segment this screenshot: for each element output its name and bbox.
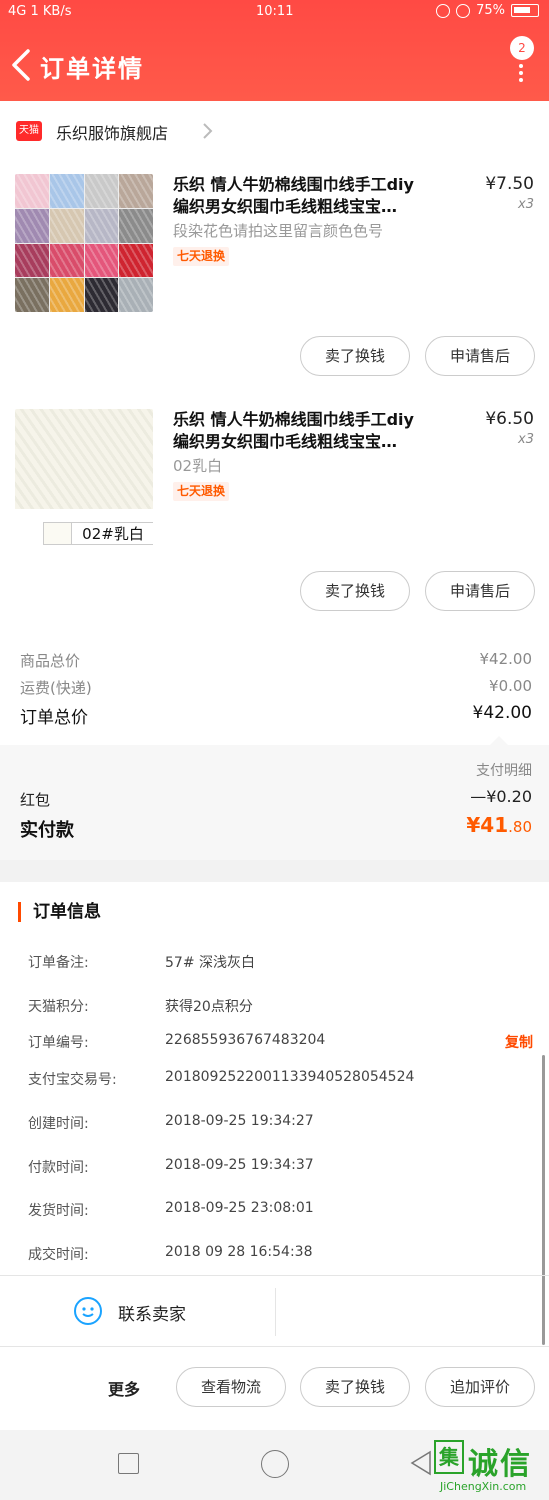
watermark-logo: 集 诚信 JiChengXin.com: [430, 1436, 548, 1496]
paid-amount: ¥41.80: [466, 813, 532, 837]
order-total-row: 订单总价 ¥42.00: [20, 703, 532, 728]
product-name-line1: 乐织 情人牛奶棉线围巾线手工diy: [173, 175, 414, 194]
yarn-swatch: [49, 174, 84, 208]
yarn-photo: [15, 409, 153, 509]
more-vertical-icon: [519, 64, 524, 85]
chevron-left-icon: [12, 49, 30, 81]
order-info-title: 订单信息: [18, 902, 101, 922]
tmall-badge: 天猫: [16, 121, 42, 141]
yarn-swatch: [119, 174, 153, 208]
battery-icon: [511, 4, 539, 17]
sell-for-cash-button[interactable]: 卖了换钱: [300, 336, 410, 376]
yarn-swatch: [15, 278, 49, 312]
return-policy-tag: 七天退换: [173, 247, 230, 266]
payment-detail-panel: 支付明细 红包 —¥0.20 实付款 ¥41.80: [0, 736, 549, 860]
battery-percent: 75%: [476, 3, 505, 18]
contact-seller-label: 联系卖家: [118, 1305, 186, 1325]
network-status: 4G 1 KB/s: [8, 4, 72, 19]
shipping-row: 运费(快递) ¥0.00: [20, 677, 532, 697]
recent-apps-button[interactable]: [118, 1453, 139, 1474]
store-name: 乐织服饰旗舰店: [56, 124, 169, 143]
goods-total-row: 商品总价 ¥42.00: [20, 650, 532, 670]
yarn-swatch: [84, 208, 119, 243]
product-name-line2: 编织男女织围巾毛线粗线宝宝…: [173, 197, 398, 216]
return-policy-tag: 七天退换: [173, 482, 230, 501]
yarn-swatch: [119, 208, 153, 243]
product-name-line1: 乐织 情人牛奶棉线围巾线手工diy: [173, 410, 414, 429]
red-packet-value: —¥0.20: [470, 787, 532, 806]
product-price: ¥6.50: [485, 409, 534, 429]
yarn-swatch: [49, 208, 84, 243]
add-review-button[interactable]: 追加评价: [425, 1367, 535, 1407]
back-button[interactable]: [8, 48, 38, 82]
product-image[interactable]: [15, 174, 153, 312]
after-sale-button[interactable]: 申请售后: [425, 336, 535, 376]
yarn-swatch: [15, 174, 49, 208]
message-badge: 2: [510, 36, 534, 60]
status-bar: 4G 1 KB/s 10:11 75%: [0, 0, 549, 26]
view-logistics-button[interactable]: 查看物流: [176, 1367, 286, 1407]
product-sku: 段染花色请拍这里留言颜色色号: [173, 222, 384, 240]
contact-bar: 联系卖家: [0, 1275, 549, 1347]
yarn-swatch: [49, 243, 84, 278]
after-sale-button[interactable]: 申请售后: [425, 571, 535, 611]
chevron-right-icon: [203, 123, 213, 139]
divider: [275, 1288, 276, 1336]
copy-button[interactable]: 复制: [505, 1032, 533, 1052]
paid-label: 实付款: [20, 820, 74, 841]
yarn-swatch: [49, 278, 84, 312]
more-menu-button[interactable]: 2: [500, 32, 540, 82]
alarm-icon: [456, 3, 471, 18]
yarn-swatch: [84, 174, 119, 208]
contact-seller-button[interactable]: 联系卖家: [0, 1276, 275, 1348]
more-button[interactable]: 更多: [108, 1376, 140, 1400]
yarn-swatch: [84, 243, 119, 278]
product-sku: 02乳白: [173, 457, 223, 475]
home-button[interactable]: [261, 1450, 289, 1478]
product-quantity: x3: [518, 432, 534, 447]
sell-for-cash-button[interactable]: 卖了换钱: [300, 571, 410, 611]
yarn-swatch: [15, 208, 49, 243]
product-name-line2: 编织男女织围巾毛线粗线宝宝…: [173, 432, 398, 451]
yarn-swatch: [15, 243, 49, 278]
product-price: ¥7.50: [485, 174, 534, 194]
yarn-swatch: [119, 243, 153, 278]
product-quantity: x3: [518, 197, 534, 212]
product-image[interactable]: 02#乳白: [15, 409, 153, 549]
order-item[interactable]: 02#乳白 乐织 情人牛奶棉线围巾线手工diy 编织男女织围巾毛线粗线宝宝… ¥…: [0, 396, 549, 631]
status-icons: 75%: [436, 3, 539, 18]
caret-up-icon: [490, 736, 508, 745]
system-nav-bar: 集 诚信 JiChengXin.com: [0, 1430, 549, 1500]
order-item[interactable]: 乐织 情人牛奶棉线围巾线手工diy 编织男女织围巾毛线粗线宝宝… ¥7.50 x…: [0, 161, 549, 396]
yarn-swatch: [119, 278, 153, 312]
color-swatch-grid: [15, 174, 153, 312]
lock-icon: [436, 3, 451, 18]
image-sku-label: 02#乳白: [43, 522, 153, 545]
clock: 10:11: [256, 4, 294, 19]
color-swatch: [44, 523, 72, 544]
yarn-swatch: [84, 278, 119, 312]
red-packet-label: 红包: [20, 791, 51, 809]
app-header: 4G 1 KB/s 10:11 75% 订单详情 2: [0, 0, 549, 101]
store-row[interactable]: 天猫 乐织服饰旗舰店: [0, 101, 549, 161]
sell-for-cash-button[interactable]: 卖了换钱: [300, 1367, 410, 1407]
chat-smile-icon: [74, 1297, 102, 1325]
bottom-action-bar: 更多 查看物流 卖了换钱 追加评价: [0, 1348, 549, 1430]
page-title: 订单详情: [40, 55, 144, 83]
section-divider: [0, 860, 549, 882]
payment-detail-link[interactable]: 支付明细: [476, 760, 532, 780]
